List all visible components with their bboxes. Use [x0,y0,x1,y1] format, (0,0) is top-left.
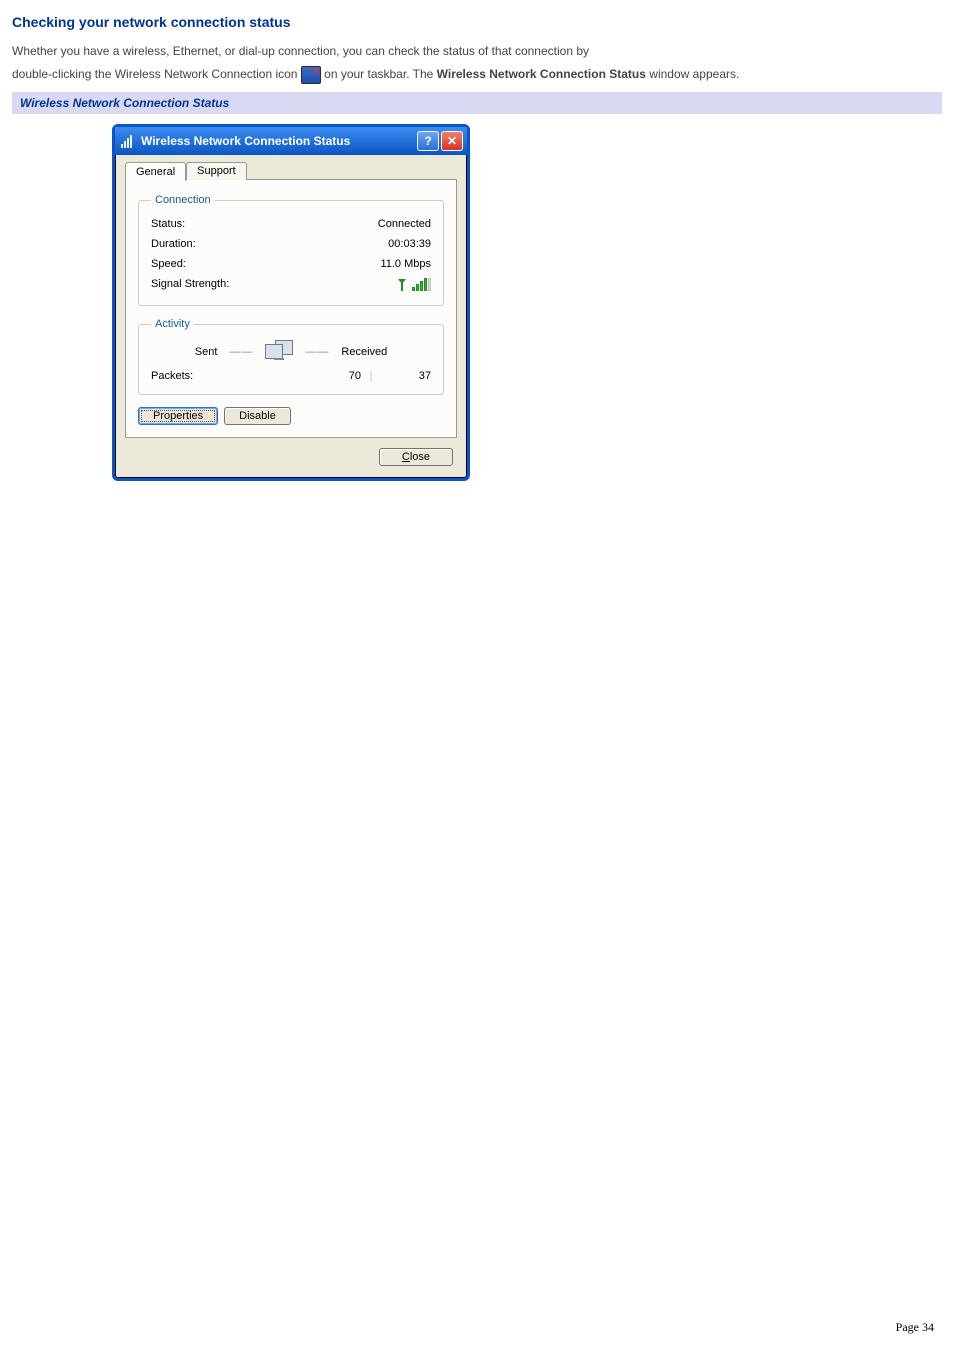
tab-general[interactable]: General [125,162,186,181]
tab-support[interactable]: Support [186,162,247,180]
activity-monitors-icon [265,340,293,364]
signal-strength-icon [397,278,431,291]
activity-dash-right: —— [305,346,329,358]
label-speed: Speed: [151,258,186,270]
label-duration: Duration: [151,238,196,250]
dialog-button-row: Properties Disable [138,407,444,425]
label-status: Status: [151,218,185,230]
row-signal-strength: Signal Strength: [151,274,431,295]
label-signal-strength: Signal Strength: [151,278,229,291]
packets-separator: | [361,370,381,382]
intro-text-after-icon: on your taskbar. The [324,67,437,81]
activity-dash-left: —— [229,346,253,358]
dialog-titlebar: Wireless Network Connection Status ? ✕ [115,127,467,155]
intro-paragraph-line2: double-clicking the Wireless Network Con… [12,65,942,84]
group-activity-legend: Activity [151,318,194,330]
group-connection-legend: Connection [151,194,215,206]
tab-pane-general: Connection Status: Connected Duration: 0… [125,179,457,438]
value-status: Connected [378,218,431,230]
group-activity: Activity Sent —— —— Received Packets: 7 [138,318,444,395]
row-status: Status: Connected [151,214,431,234]
disable-button[interactable]: Disable [224,407,291,425]
value-packets-received: 37 [381,370,431,382]
intro-text-tail: window appears. [649,67,739,81]
titlebar-help-button[interactable]: ? [417,131,439,151]
dialog-close-row: Close [125,438,457,468]
figure-caption: Wireless Network Connection Status [12,92,942,114]
label-packets: Packets: [151,370,311,382]
value-duration: 00:03:39 [388,238,431,250]
figure-wrap: Wireless Network Connection Status ? ✕ G… [12,114,942,481]
row-duration: Duration: 00:03:39 [151,234,431,254]
value-packets-sent: 70 [311,370,361,382]
properties-button[interactable]: Properties [138,407,218,425]
row-speed: Speed: 11.0 Mbps [151,254,431,274]
close-button-accel: C [402,451,410,463]
wireless-icon [121,134,135,148]
row-packets: Packets: 70 | 37 [151,364,431,384]
group-connection: Connection Status: Connected Duration: 0… [138,194,444,306]
taskbar-connection-icon [301,66,321,84]
label-sent: Sent [195,346,218,358]
page-number: Page 34 [896,1320,934,1335]
dialog-tabs: General Support [125,161,457,180]
intro-bold-window-name: Wireless Network Connection Status [437,67,646,81]
titlebar-close-button[interactable]: ✕ [441,131,463,151]
label-received: Received [341,346,387,358]
status-dialog: Wireless Network Connection Status ? ✕ G… [112,124,470,481]
dialog-body: General Support Connection Status: Conne… [115,155,467,478]
dialog-title-text: Wireless Network Connection Status [141,134,350,148]
value-speed: 11.0 Mbps [380,258,431,270]
activity-header: Sent —— —— Received [151,340,431,364]
close-button-rest: lose [410,451,430,463]
section-heading: Checking your network connection status [12,14,942,30]
intro-paragraph-line1: Whether you have a wireless, Ethernet, o… [12,42,942,61]
close-button[interactable]: Close [379,448,453,466]
intro-text-before-icon: double-clicking the Wireless Network Con… [12,67,301,81]
